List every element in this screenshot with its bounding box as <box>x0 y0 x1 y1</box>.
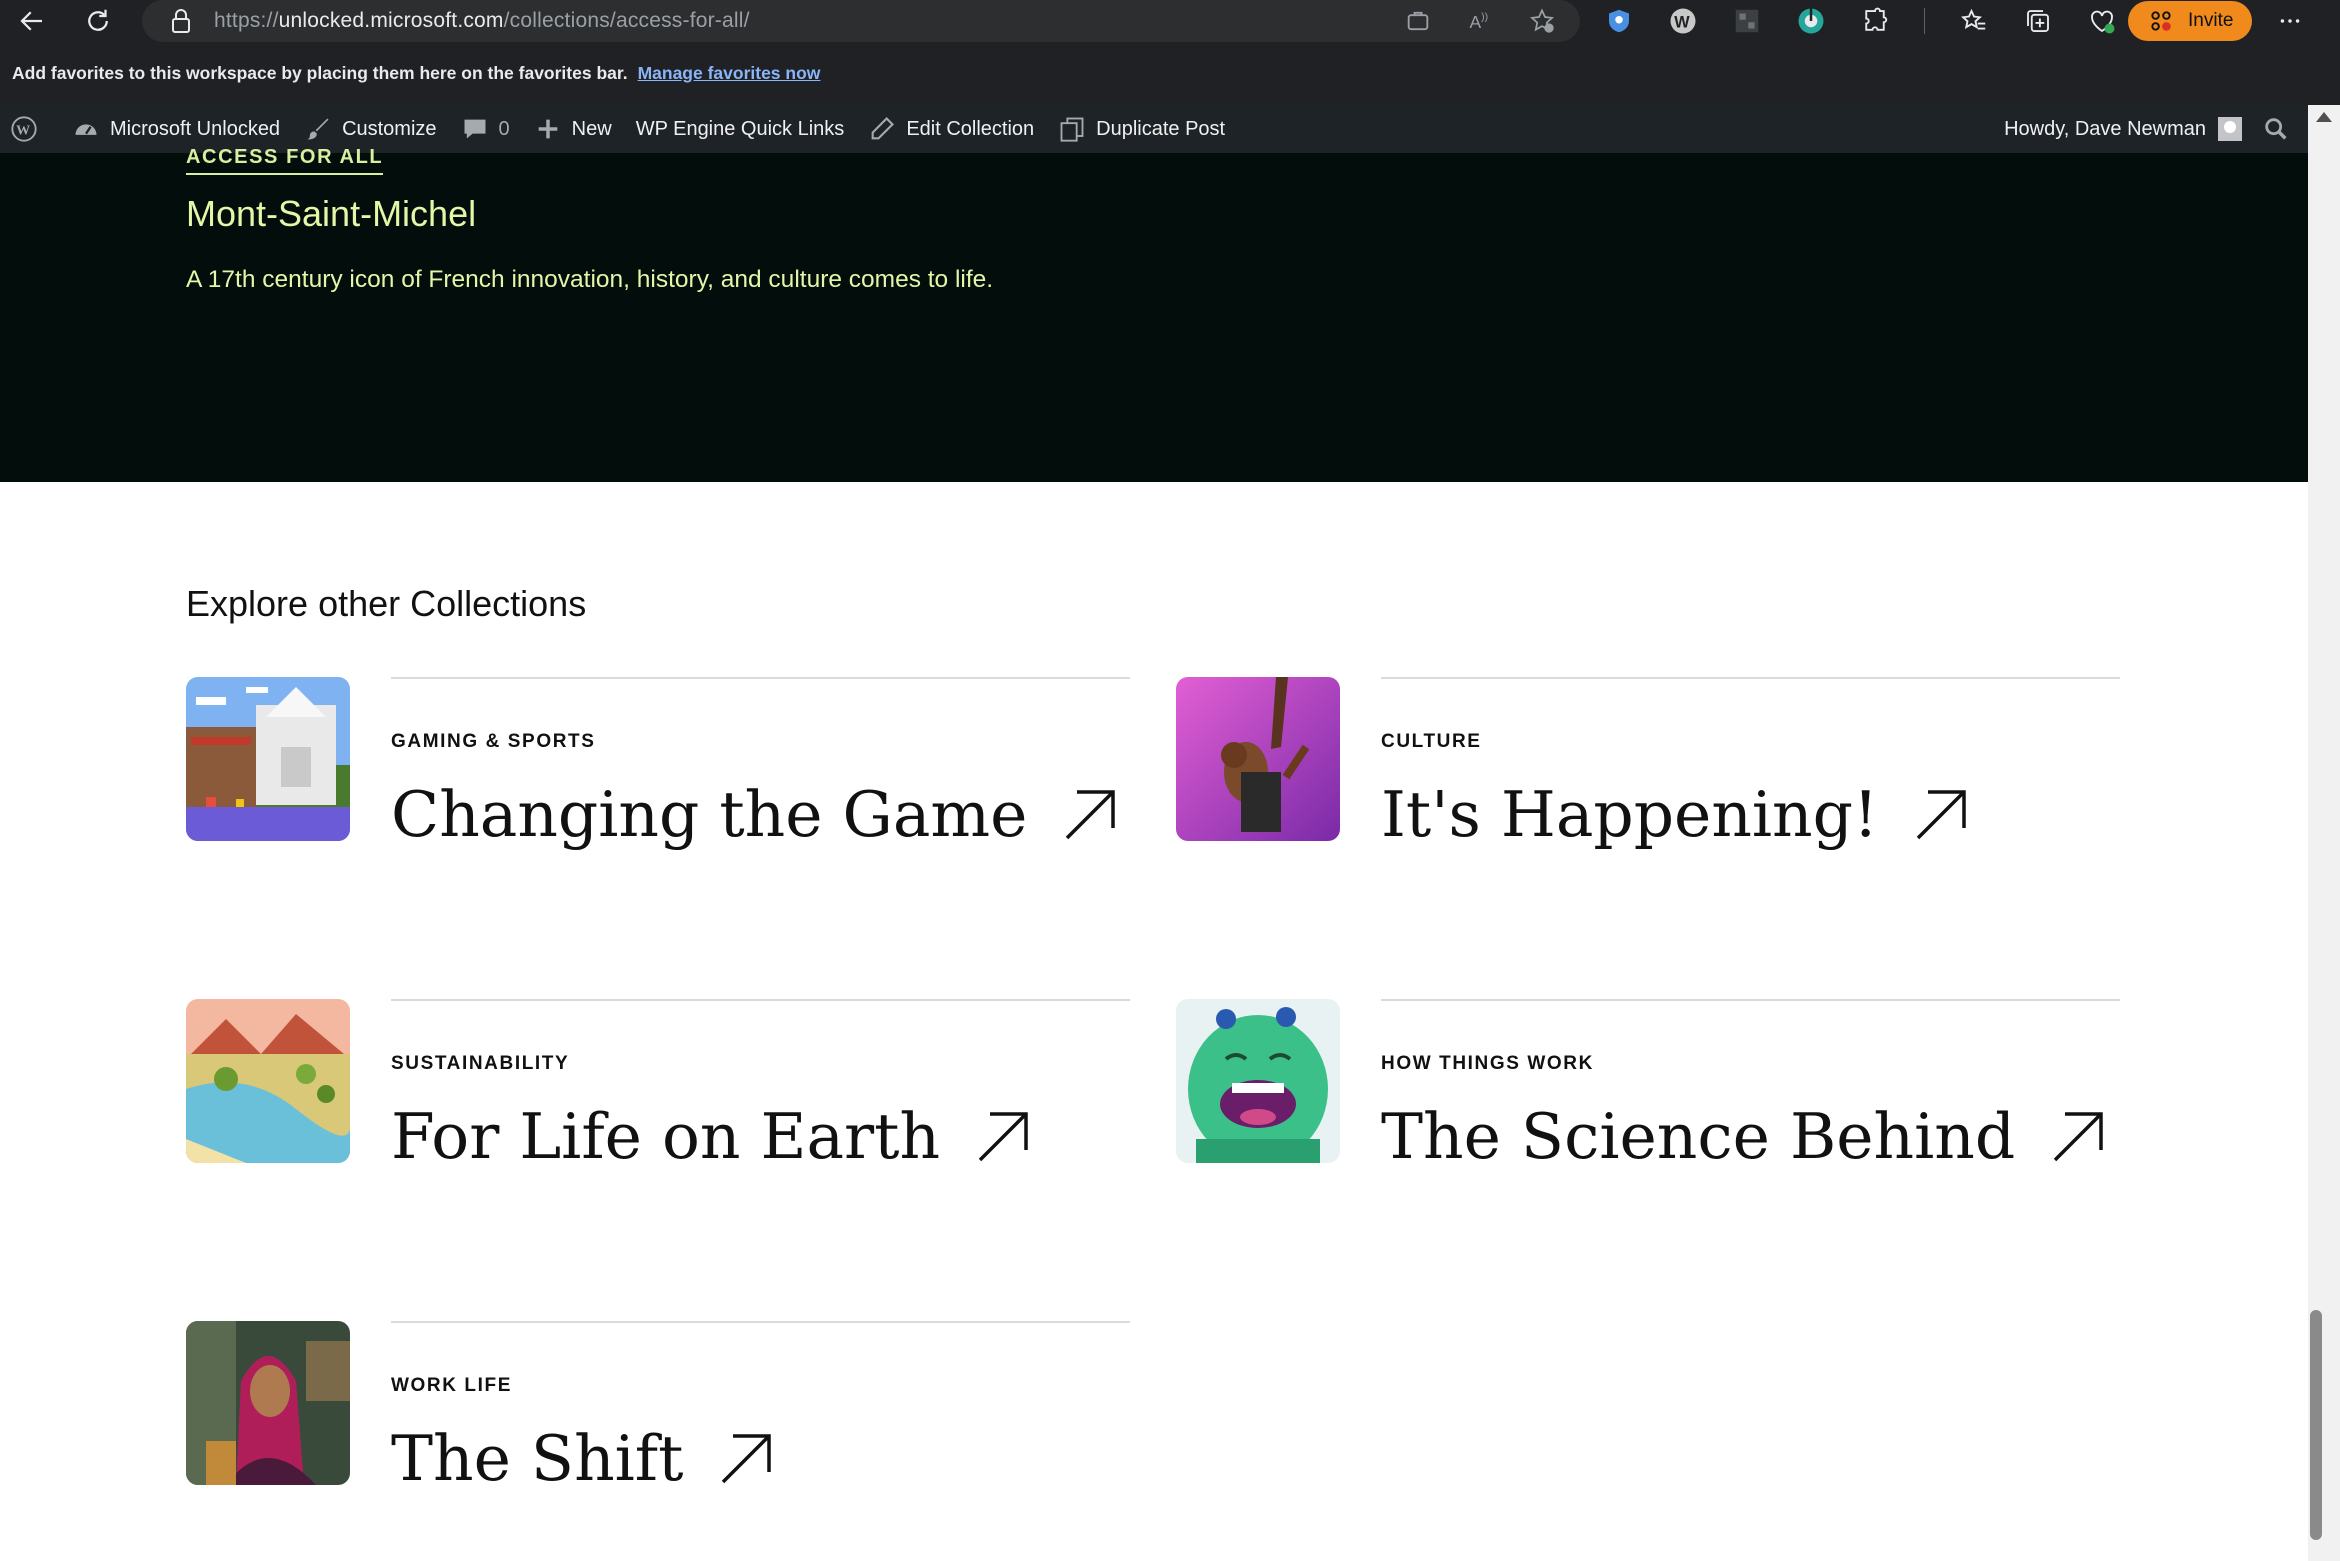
extensions-puzzle-icon[interactable] <box>1860 6 1890 36</box>
lowpoly-landscape-image[interactable] <box>186 999 350 1163</box>
refresh-icon <box>88 9 108 31</box>
extension-w-icon[interactable]: W <box>1668 6 1698 36</box>
card-title-text: Changing the Game <box>391 778 1028 851</box>
card-divider <box>1381 677 2120 679</box>
arrow-up-right-icon <box>2053 1111 2103 1161</box>
app-available-icon[interactable] <box>1404 7 1432 35</box>
edit-collection-link[interactable]: Edit Collection <box>856 105 1046 153</box>
card-divider <box>391 1321 1130 1323</box>
url-text[interactable]: https://unlocked.microsoft.com/collectio… <box>214 9 750 33</box>
arrow-up-right-icon <box>1917 789 1967 839</box>
card-divider <box>1381 999 2120 1001</box>
woman-portrait-image[interactable] <box>186 1321 350 1485</box>
card-category: CULTURE <box>1381 731 1482 752</box>
pencil-icon <box>871 117 895 140</box>
collection-card-sustainability[interactable]: SUSTAINABILITY For Life on Earth <box>186 999 1130 1169</box>
collection-card-how-things-work[interactable]: HOW THINGS WORK The Science Behind <box>1176 999 2120 1169</box>
card-divider <box>391 677 1130 679</box>
collections-icon[interactable] <box>2023 6 2053 36</box>
collection-card-gaming[interactable]: GAMING & SPORTS Changing the Game <box>186 677 1130 847</box>
avatar <box>2218 117 2242 141</box>
wp-engine-quick-links-menu[interactable]: WP Engine Quick Links <box>624 105 857 153</box>
wordpress-menu[interactable]: W <box>0 105 60 153</box>
card-title-text: For Life on Earth <box>391 1100 941 1173</box>
settings-more-button[interactable] <box>2268 0 2312 42</box>
workspaces-icon <box>2151 11 2171 31</box>
extension-loop-icon[interactable] <box>1796 6 1826 36</box>
hero-eyebrow-link[interactable]: ACCESS FOR ALL <box>186 146 384 175</box>
new-content-menu[interactable]: New <box>522 105 624 153</box>
dashboard-gauge-icon <box>75 124 97 135</box>
card-title-text: It's Happening! <box>1381 778 1879 851</box>
svg-text:W: W <box>1674 13 1690 31</box>
arrow-up-right-icon <box>722 1433 772 1483</box>
toolbar-separator <box>1924 8 1925 34</box>
quick-links-label: WP Engine Quick Links <box>635 117 845 140</box>
back-arrow-icon <box>20 11 42 31</box>
lock-icon <box>172 9 190 33</box>
svg-text:W: W <box>16 123 30 138</box>
comments-link[interactable]: 0 <box>449 105 522 153</box>
wordpress-logo-icon: W <box>11 116 37 142</box>
new-label: New <box>571 117 612 140</box>
card-title-link[interactable]: The Shift <box>391 1427 775 1490</box>
password-shield-icon[interactable] <box>1604 6 1634 36</box>
site-name-label: Microsoft Unlocked <box>110 117 281 140</box>
comments-count: 0 <box>498 117 510 140</box>
add-favorite-star-icon[interactable] <box>1528 7 1556 35</box>
favorites-icon[interactable] <box>1959 6 1989 36</box>
invite-label: Invite <box>2188 10 2234 31</box>
hero-section: ACCESS FOR ALL Mont-Saint-Michel A 17th … <box>0 146 2308 482</box>
invite-button[interactable]: Invite <box>2128 1 2252 41</box>
admin-search-button[interactable] <box>2262 105 2308 153</box>
scroll-up-arrow-icon[interactable] <box>2316 112 2332 122</box>
paintbrush-icon <box>307 118 329 140</box>
card-category: HOW THINGS WORK <box>1381 1053 1594 1074</box>
card-title-link[interactable]: Changing the Game <box>391 783 1119 846</box>
arrow-up-right-icon <box>978 1111 1028 1161</box>
card-title-link[interactable]: It's Happening! <box>1381 783 1970 846</box>
edit-collection-label: Edit Collection <box>906 117 1035 140</box>
duplicate-copy-icon <box>1060 117 1084 142</box>
explore-collections-heading: Explore other Collections <box>186 583 587 624</box>
collection-card-work-life[interactable]: WORK LIFE The Shift <box>186 1321 1130 1491</box>
dancer-image[interactable] <box>1176 677 1340 841</box>
card-divider <box>391 999 1130 1001</box>
browser-toolbar: https://unlocked.microsoft.com/collectio… <box>0 0 2340 42</box>
svg-text:A: A <box>1470 12 1482 32</box>
howdy-label: Howdy, Dave Newman <box>2004 117 2206 140</box>
more-dots-icon <box>2280 19 2300 23</box>
extension-grid-icon[interactable] <box>1732 6 1762 36</box>
duplicate-post-label: Duplicate Post <box>1096 117 1226 140</box>
comment-bubble-icon <box>464 119 486 139</box>
card-category: SUSTAINABILITY <box>391 1053 570 1074</box>
read-aloud-icon[interactable]: A)) <box>1466 7 1494 35</box>
search-icon <box>2265 118 2287 140</box>
card-title-text: The Science Behind <box>1381 1100 2016 1173</box>
minecraft-castle-image[interactable] <box>186 677 350 841</box>
back-button[interactable] <box>10 0 54 42</box>
duplicate-post-link[interactable]: Duplicate Post <box>1046 105 1237 153</box>
manage-favorites-link[interactable]: Manage favorites now <box>638 63 821 84</box>
address-bar[interactable]: https://unlocked.microsoft.com/collectio… <box>142 0 1580 42</box>
favorites-bar-message: Add favorites to this workspace by placi… <box>12 63 628 83</box>
card-title-text: The Shift <box>391 1422 684 1495</box>
browser-essentials-heart-icon[interactable] <box>2087 6 2117 36</box>
green-monster-image[interactable] <box>1176 999 1340 1163</box>
svg-text:)): )) <box>1481 11 1488 23</box>
scrollbar-thumb[interactable] <box>2310 1310 2322 1540</box>
refresh-button[interactable] <box>76 0 120 42</box>
hero-description: A 17th century icon of French innovation… <box>186 266 994 293</box>
card-title-link[interactable]: The Science Behind <box>1381 1105 2107 1168</box>
plus-icon <box>538 119 558 139</box>
card-title-link[interactable]: For Life on Earth <box>391 1105 1032 1168</box>
arrow-up-right-icon <box>1066 789 1116 839</box>
favorites-bar: Add favorites to this workspace by placi… <box>0 42 2340 105</box>
hero-title: Mont-Saint-Michel <box>186 193 477 234</box>
my-account-menu[interactable]: Howdy, Dave Newman <box>1992 105 2262 153</box>
card-category: WORK LIFE <box>391 1375 512 1396</box>
customize-label: Customize <box>342 117 437 140</box>
card-category: GAMING & SPORTS <box>391 731 596 752</box>
collection-card-culture[interactable]: CULTURE It's Happening! <box>1176 677 2120 847</box>
